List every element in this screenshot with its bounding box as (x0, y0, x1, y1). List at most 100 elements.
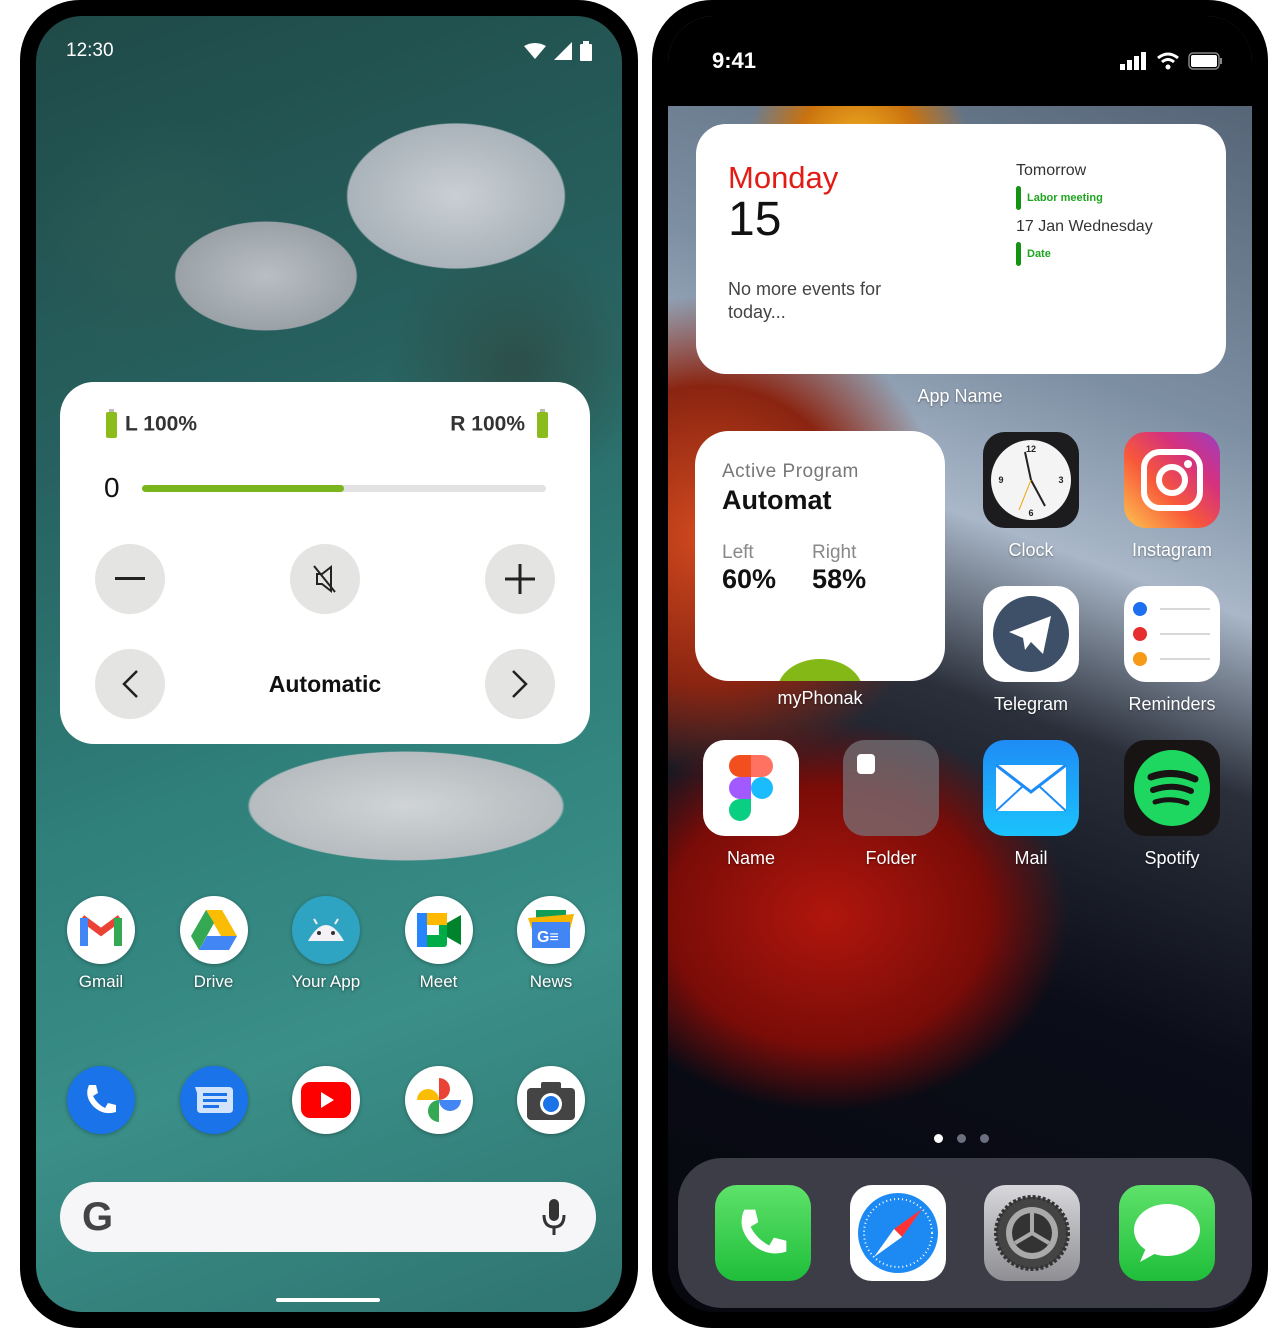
page-indicator[interactable] (934, 1134, 989, 1143)
right-label: Right (812, 542, 857, 563)
ios-phone: 9:41 Monday 15 No more events for today.… (652, 0, 1268, 1328)
next-program-button[interactable] (484, 649, 555, 719)
left-battery: L 100% (94, 409, 197, 438)
instagram-icon (1124, 432, 1220, 528)
ios-home-screen: 9:41 Monday 15 No more events for today.… (668, 16, 1252, 1312)
app-gmail[interactable]: Gmail (56, 896, 146, 992)
ios-status-bar: 9:41 (668, 16, 1252, 106)
active-program-label: Active Program (722, 461, 859, 482)
drive-icon (179, 896, 248, 964)
app-photos[interactable] (394, 1066, 484, 1134)
app-row: Gmail Drive Your App Meet G≡ News (56, 896, 596, 992)
previous-program-button[interactable] (95, 649, 165, 719)
calendar-date: 15 (728, 193, 782, 246)
mute-button[interactable] (290, 544, 360, 614)
folder-mini-figma-icon (857, 754, 875, 774)
google-search-bar[interactable]: G (60, 1182, 596, 1252)
event-color-bar (1016, 186, 1021, 210)
app-drive[interactable]: Drive (169, 896, 259, 992)
figma-icon (703, 740, 799, 836)
event-color-bar (1016, 242, 1021, 266)
app-meet[interactable]: Meet (394, 896, 484, 992)
app-youtube[interactable] (281, 1066, 371, 1134)
app-your-app[interactable]: Your App (281, 896, 371, 992)
app-camera[interactable] (506, 1066, 596, 1134)
cell-signal-icon (554, 42, 572, 60)
page-dot[interactable] (957, 1134, 966, 1143)
right-value: 58% (812, 564, 867, 594)
clock-icon: 12 3 6 9 (983, 432, 1079, 528)
volume-down-button[interactable] (95, 544, 165, 614)
news-icon: G≡ (517, 896, 585, 964)
volume-value: 0 (104, 472, 120, 503)
app-messages[interactable] (169, 1066, 259, 1134)
android-home-screen: 12:30 L 100% R 100% 0 Automatic Gmail Dr… (36, 16, 622, 1312)
messages-icon[interactable] (1118, 1185, 1215, 1281)
app-clock[interactable]: 12 3 6 9 Clock (976, 432, 1086, 561)
hearing-aid-widget: L 100% R 100% 0 Automatic (60, 382, 590, 744)
battery-level-icon (537, 409, 548, 438)
program-name: Automatic (268, 670, 382, 697)
volume-slider-fill (142, 484, 344, 492)
mail-icon (983, 740, 1079, 836)
safari-icon[interactable] (849, 1185, 946, 1281)
active-program-name: Automat (722, 485, 832, 515)
app-reminders[interactable]: Reminders (1117, 586, 1227, 715)
home-gesture-bar[interactable] (276, 1298, 380, 1302)
cell-signal-icon (1120, 52, 1146, 70)
status-time: 9:41 (712, 48, 757, 73)
app-figma[interactable]: Name (696, 740, 806, 869)
battery-level-icon (106, 409, 117, 438)
app-instagram[interactable]: Instagram (1117, 432, 1227, 561)
page-dot[interactable] (934, 1134, 943, 1143)
photos-icon (404, 1066, 473, 1134)
folder-icon (843, 740, 939, 836)
wifi-icon (524, 43, 546, 59)
volume-up-button[interactable] (485, 544, 555, 614)
chevron-left-icon (122, 670, 138, 698)
meet-icon (404, 896, 473, 964)
reminders-icon (1124, 586, 1220, 682)
volume-slider[interactable] (142, 484, 546, 492)
spotify-icon (1124, 740, 1220, 836)
svg-text:9: 9 (998, 475, 1003, 485)
dock-row (56, 1066, 596, 1134)
calendar-event[interactable]: Date (1016, 242, 1153, 266)
later-date-heading: 17 Jan Wednesday (1016, 218, 1153, 235)
svg-text:G≡: G≡ (537, 929, 559, 946)
app-mail[interactable]: Mail (976, 740, 1086, 869)
google-logo-icon: G (82, 1194, 114, 1239)
svg-text:6: 6 (1028, 508, 1033, 518)
phone-icon (67, 1066, 135, 1134)
page-dot[interactable] (980, 1134, 989, 1143)
chevron-right-icon (512, 670, 528, 698)
battery-icon (1188, 52, 1222, 70)
gmail-icon (67, 896, 135, 964)
calendar-widget[interactable]: Monday 15 No more events for today... To… (696, 124, 1226, 374)
telegram-icon (983, 586, 1079, 682)
calendar-widget-label: App Name (917, 386, 1003, 406)
settings-icon[interactable] (984, 1185, 1081, 1281)
speaker-mute-icon (313, 564, 336, 594)
app-news[interactable]: G≡ News (506, 896, 596, 992)
tomorrow-heading: Tomorrow (1016, 162, 1087, 179)
plus-icon (505, 564, 535, 594)
minus-icon (115, 577, 145, 580)
svg-text:12: 12 (1026, 444, 1036, 454)
microphone-icon[interactable] (542, 1199, 566, 1235)
myphonak-widget-label: myPhonak (777, 688, 863, 708)
app-folder[interactable]: Folder (836, 740, 946, 869)
app-telegram[interactable]: Telegram (976, 586, 1086, 715)
camera-icon (517, 1066, 585, 1134)
calendar-event[interactable]: Labor meeting (1016, 186, 1153, 210)
app-phone[interactable] (56, 1066, 146, 1134)
left-value: 60% (722, 564, 777, 594)
phone-icon[interactable] (715, 1185, 812, 1281)
myphonak-widget[interactable]: Active Program Automat Left 60% Right 58% (695, 431, 945, 681)
battery-icon (580, 41, 592, 61)
phonak-logo-arc (777, 659, 863, 681)
wifi-icon (1157, 52, 1179, 70)
app-spotify[interactable]: Spotify (1117, 740, 1227, 869)
android-icon (292, 896, 360, 964)
android-phone: 12:30 L 100% R 100% 0 Automatic Gmail Dr… (20, 0, 638, 1328)
